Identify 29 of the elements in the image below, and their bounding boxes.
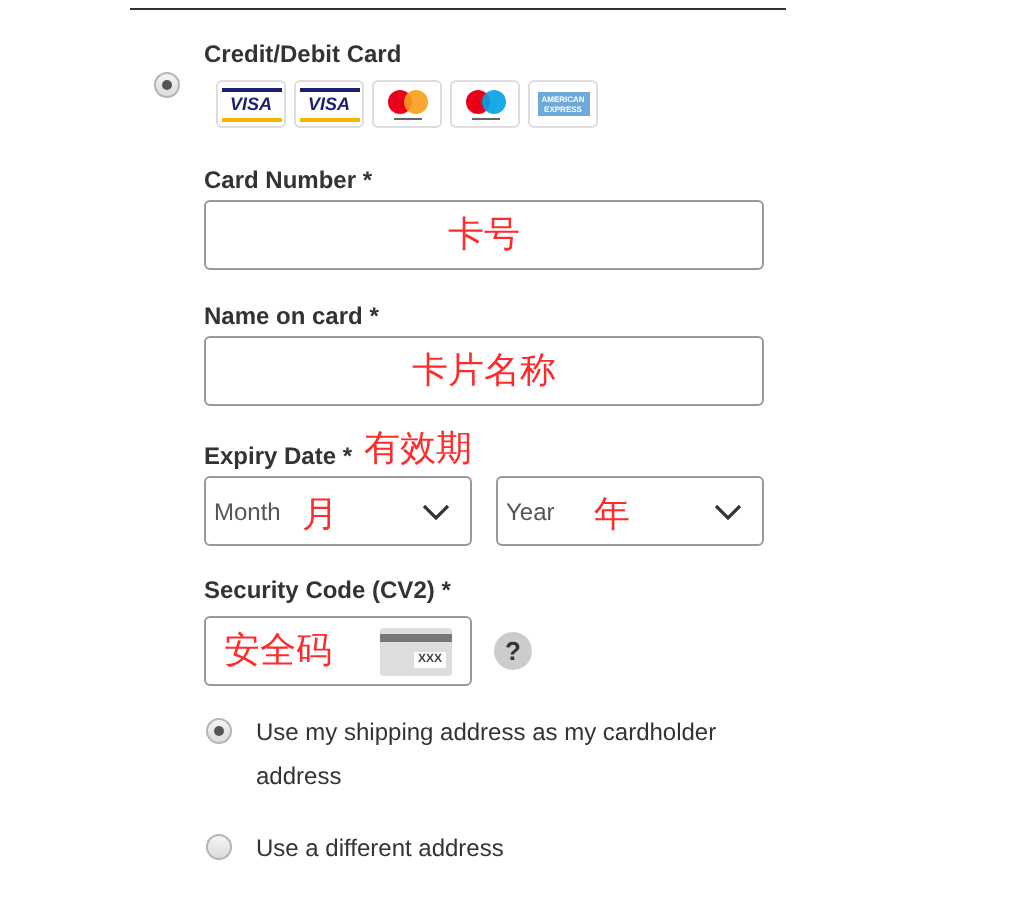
field-label: Expiry Date * xyxy=(204,442,353,470)
annotation: 有效期 xyxy=(364,430,473,470)
annotation: 安全码 xyxy=(224,631,332,671)
radio-button[interactable] xyxy=(206,718,232,744)
input-field[interactable]: 卡号 xyxy=(204,200,764,270)
radio-button[interactable] xyxy=(206,834,232,860)
dropdown[interactable]: Month 月 xyxy=(204,476,472,546)
annotation: 卡号 xyxy=(448,215,520,255)
card-logo xyxy=(372,80,442,128)
field-label: Name on card * xyxy=(204,302,381,330)
card-logo xyxy=(450,80,520,128)
card-logo: VISA xyxy=(216,80,286,128)
input-field[interactable]: 卡片名称 xyxy=(204,336,764,406)
field-label: Security Code (CV2) * xyxy=(204,576,453,604)
field-label: Card Number * xyxy=(204,166,375,194)
radio-label: Use a different address xyxy=(256,832,506,866)
dropdown-value: Month xyxy=(214,495,283,529)
radio-button[interactable] xyxy=(154,72,180,98)
annotation: 卡片名称 xyxy=(412,351,556,391)
chevron-down-icon xyxy=(714,503,742,519)
annotation: 月 xyxy=(302,495,338,535)
radio-label: Use my shipping address as my cardholder address xyxy=(256,716,719,794)
dropdown-value: Year xyxy=(506,495,557,529)
card-logo: VISA xyxy=(294,80,364,128)
dropdown[interactable]: Year 年 xyxy=(496,476,764,546)
payment-option-label: Credit/Debit Card xyxy=(204,40,404,68)
annotation: 年 xyxy=(594,495,630,535)
chevron-down-icon xyxy=(422,503,450,519)
help-icon[interactable]: ? xyxy=(494,632,532,670)
